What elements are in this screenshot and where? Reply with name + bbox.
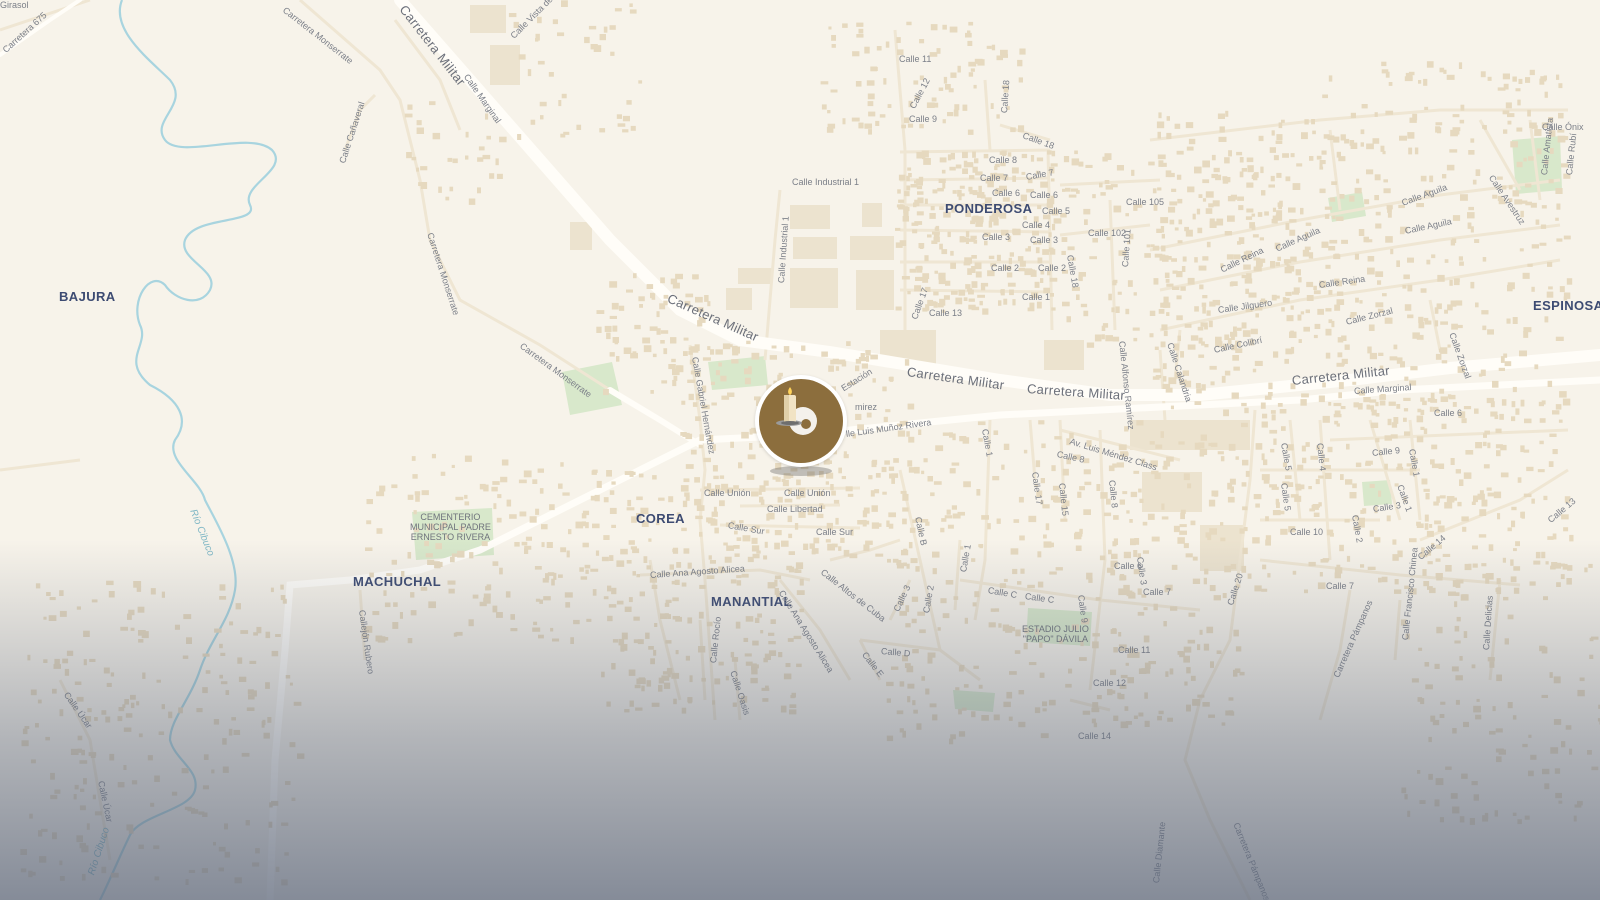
street-label: Calle Industrial 1: [792, 177, 860, 187]
street-label: Calle 4: [1022, 220, 1051, 230]
memorial-marker[interactable]: [755, 375, 847, 467]
street-label: Calle Unión: [784, 488, 831, 498]
street-label: Calle Unión: [704, 488, 751, 498]
street-label: Calle 11: [899, 54, 932, 64]
street-label: Calle 1: [1022, 292, 1051, 302]
street-label: Calle 10: [1290, 527, 1324, 537]
street-label: Calle 11: [1118, 645, 1151, 655]
street-label: Calle Libertad: [767, 504, 823, 514]
street-label: Calle 3: [982, 232, 1011, 242]
street-label: Calle 105: [1126, 197, 1165, 207]
street-label: Calle 14: [1078, 731, 1112, 741]
street-label: Calle Sur: [816, 527, 854, 537]
street-label: Calle 6: [1434, 408, 1463, 418]
street-label: Calle 6: [1030, 190, 1059, 200]
street-label: Calle 6: [992, 188, 1021, 198]
street-label: Calle 7: [1143, 587, 1172, 597]
street-label: Calle 5: [1042, 206, 1071, 216]
marker-badge: [759, 379, 843, 463]
street-label: Calle 2: [991, 263, 1020, 273]
street-label: Calle 2: [1038, 263, 1067, 273]
street-label: Girasol: [0, 0, 29, 10]
landmark-label: CEMENTERIO MUNICIPAL PADRE ERNESTO RIVER…: [410, 512, 491, 542]
street-label: Calle 9: [909, 114, 938, 124]
street-label: Calle 7: [980, 173, 1009, 183]
street-label: Calle 102: [1088, 228, 1127, 238]
street-label: mirez: [855, 402, 877, 412]
street-label: Calle 13: [929, 308, 963, 318]
barrio-label: COREA: [636, 511, 685, 526]
map-canvas[interactable]: BAJURA PONDEROSA ESPINOSA COREA MACHUCHAL MAN…: [0, 0, 1600, 900]
street-label: Calle 12: [1093, 678, 1127, 688]
street-label: Calle 3: [1030, 235, 1059, 245]
street-label: Calle 7: [1326, 581, 1355, 591]
marker-shadow: [770, 466, 832, 476]
barrio-label: PONDEROSA: [945, 201, 1033, 216]
street-label: Calle Ónix: [1542, 122, 1584, 132]
barrio-label: ESPINOSA: [1533, 298, 1600, 313]
barrio-label: BAJURA: [59, 289, 116, 304]
barrio-label: MACHUCHAL: [353, 574, 442, 589]
candle-icon: [776, 387, 817, 435]
landmark-label: ESTADIO JULIO "PAPO" DÁVILA: [1022, 624, 1089, 644]
street-label: Calle 8: [989, 155, 1018, 165]
